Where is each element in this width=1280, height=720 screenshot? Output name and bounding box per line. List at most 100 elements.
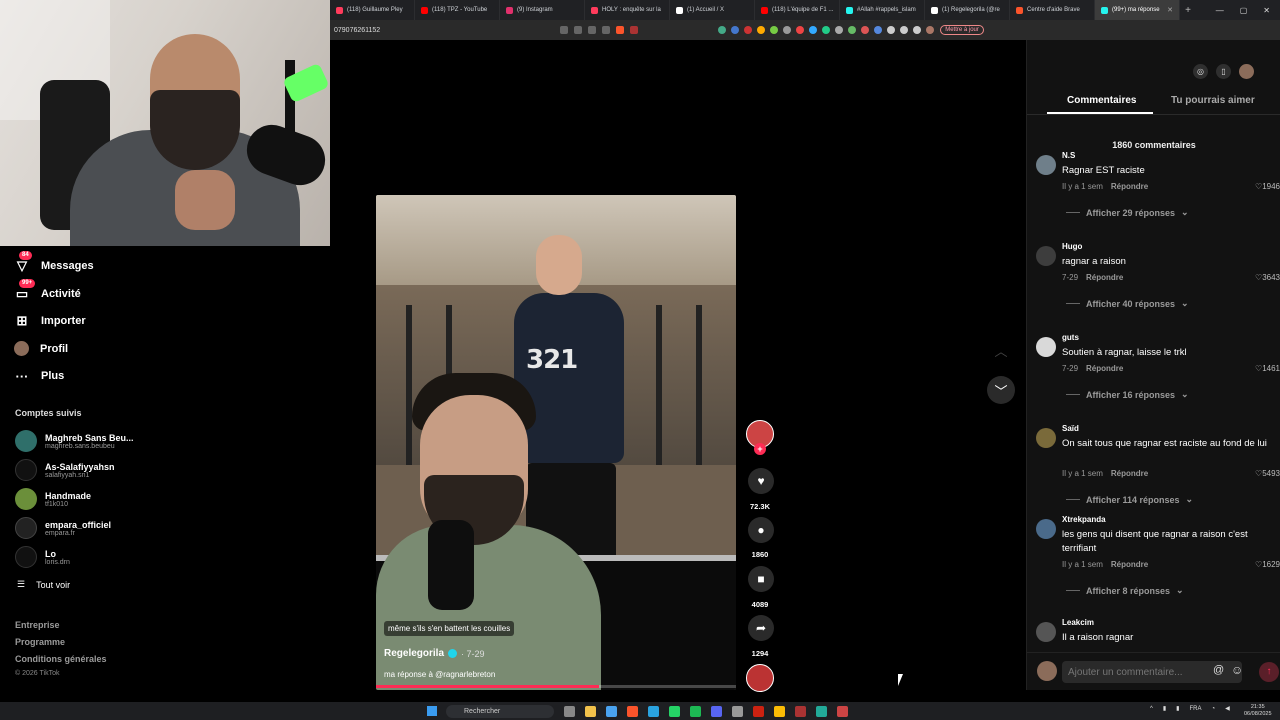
see-all-button[interactable]: ☰ Tout voir [17,579,70,590]
discord-icon[interactable] [711,706,722,717]
browser-tab[interactable]: Centre d'aide Brave [1010,0,1095,20]
following-account[interactable]: Handmade tf1k010 [15,488,91,510]
mention-icon[interactable]: @ [1213,664,1224,676]
volume-icon[interactable]: ◀ [1225,705,1230,712]
extension-icon[interactable] [718,26,727,34]
share-icon[interactable] [602,26,611,34]
avatar[interactable] [1036,337,1056,357]
open-icon[interactable] [574,26,583,34]
app-icon[interactable] [795,706,806,717]
avatar[interactable] [1036,246,1056,266]
extension-icon[interactable] [796,26,805,34]
video-author[interactable]: Regelegorila · 7-29 [384,648,485,659]
following-account[interactable]: Lo loris.drn [15,546,70,568]
emoji-icon[interactable]: ☺ [1231,663,1243,677]
browser-tab[interactable]: (9) Instagram [500,0,585,20]
close-tab-icon[interactable]: ✕ [1167,6,1173,14]
save-button[interactable]: ■ [748,566,774,592]
browser-tab[interactable]: (118) L'équipe de F1 ... [755,0,840,20]
opera-icon[interactable] [753,706,764,717]
sidebar-item-messages[interactable]: ▽ 84 Messages [14,251,94,274]
footer-link-business[interactable]: Entreprise [15,620,60,630]
reply-button[interactable]: Répondre [1111,560,1148,569]
maximize-icon[interactable]: ▢ [1240,6,1248,15]
show-replies-button[interactable]: Afficher 114 réponses ⌄ [1066,494,1193,505]
settings-icon[interactable] [732,706,743,717]
comment-like-button[interactable]: ♡5493 [1255,469,1280,478]
like-button[interactable]: ♥ [748,468,774,494]
reply-button[interactable]: Répondre [1086,273,1123,282]
show-replies-button[interactable]: Afficher 16 réponses ⌄ [1066,389,1189,400]
extension-icon[interactable] [887,26,896,34]
avatar[interactable] [1036,622,1056,642]
sidebar-item-profile[interactable]: Profil [14,341,68,356]
taskview-icon[interactable] [564,706,575,717]
tab-comments[interactable]: Commentaires [1067,95,1136,106]
next-video-button[interactable]: ﹀ [987,376,1015,404]
extension-icon[interactable] [835,26,844,34]
extension-icon[interactable] [861,26,870,34]
windows-start-icon[interactable] [427,706,437,716]
tray-app-icon[interactable]: ▮ [1176,705,1179,712]
app-icon[interactable] [816,706,827,717]
sound-avatar[interactable] [746,664,774,692]
follow-plus-icon[interactable]: + [754,443,766,455]
explorer-icon[interactable] [585,706,596,717]
comment-like-button[interactable]: ♡1629 [1255,560,1280,569]
extension-icon[interactable] [744,26,753,34]
brave-rewards-icon[interactable] [630,26,639,34]
browser-tab[interactable]: (99+) ma réponse ✕ [1095,0,1180,20]
comment-like-button[interactable]: ♡3643 [1255,273,1280,282]
comment-username[interactable]: Xtrekpanda [1062,515,1106,524]
reply-button[interactable]: Répondre [1086,364,1123,373]
previous-video-button[interactable]: ︿ [987,336,1015,364]
comment-like-button[interactable]: ♡1946 [1255,182,1280,191]
send-button[interactable]: ↑ [1259,662,1279,682]
video-player[interactable]: 321 même s'ils s'en battent les couilles… [376,195,736,690]
extension-icon[interactable] [770,26,779,34]
clock[interactable]: 21:35 06/08/2025 [1244,704,1272,718]
zoom-icon[interactable] [588,26,597,34]
extension-icon[interactable] [913,26,922,34]
new-tab-button[interactable]: + [1180,5,1196,16]
chrome-icon[interactable] [774,706,785,717]
share-button[interactable]: ➦ [748,615,774,641]
comment-username[interactable]: N.S [1062,151,1075,160]
extension-icon[interactable] [874,26,883,34]
sidebar-item-upload[interactable]: ⊞ Importer [14,313,86,329]
extension-icon[interactable] [822,26,831,34]
browser-tab[interactable]: (1) Accueil / X [670,0,755,20]
wifi-icon[interactable]: ◔ [1211,706,1215,712]
avatar[interactable] [1036,428,1056,448]
brave-icon[interactable] [627,706,638,717]
close-window-icon[interactable]: ✕ [1263,6,1270,15]
comment-username[interactable]: Saïd [1062,424,1079,433]
show-replies-button[interactable]: Afficher 8 réponses ⌄ [1066,585,1184,596]
browser-tab[interactable]: HOLY : enquête sur la [585,0,670,20]
profile-icon[interactable] [926,26,935,34]
extension-icon[interactable] [731,26,740,34]
comment-like-button[interactable]: ♡1461 [1255,364,1280,373]
brave-shield-icon[interactable] [616,26,625,34]
language-indicator[interactable]: FRA [1189,706,1201,712]
tray-chevron-icon[interactable]: ^ [1150,706,1153,712]
user-avatar-icon[interactable] [1239,64,1254,79]
extension-icon[interactable] [757,26,766,34]
comment-username[interactable]: guts [1062,333,1079,342]
footer-link-program[interactable]: Programme [15,637,65,647]
extension-icon[interactable] [783,26,792,34]
footer-link-terms[interactable]: Conditions générales [15,654,107,664]
sidebar-item-activity[interactable]: ▭ 99+ Activité [14,279,81,302]
reply-button[interactable]: Répondre [1111,469,1148,478]
following-account[interactable]: Maghreb Sans Beu... maghreb.sans.beubeu [15,430,134,452]
telegram-icon[interactable] [648,706,659,717]
extension-icon[interactable] [848,26,857,34]
show-replies-button[interactable]: Afficher 40 réponses ⌄ [1066,298,1189,309]
video-progress-bar[interactable] [376,685,736,688]
comment-button[interactable]: ● [748,517,774,543]
sidebar-item-more[interactable]: ··· Plus [14,368,65,384]
browser-tab[interactable]: (1) Regelegorila (@re [925,0,1010,20]
show-replies-button[interactable]: Afficher 29 réponses ⌄ [1066,207,1189,218]
whatsapp-icon[interactable] [669,706,680,717]
address-bar[interactable]: 079076261152 Mettre à jour [330,20,1280,40]
